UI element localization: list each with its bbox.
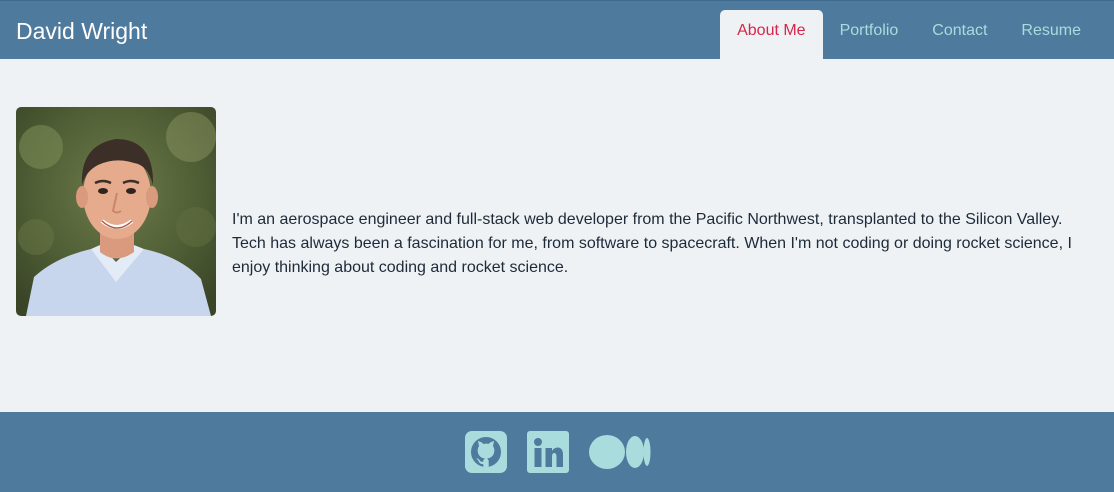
profile-photo: [16, 107, 216, 316]
nav-portfolio[interactable]: Portfolio: [823, 10, 916, 52]
nav-about-me[interactable]: About Me: [720, 10, 823, 60]
bio-text: I'm an aerospace engineer and full-stack…: [232, 211, 1072, 276]
main-nav: About Me Portfolio Contact Resume: [720, 10, 1098, 60]
site-footer: [0, 412, 1114, 492]
site-title[interactable]: David Wright: [16, 16, 147, 46]
linkedin-icon[interactable]: [527, 431, 569, 473]
nav-contact[interactable]: Contact: [915, 10, 1004, 52]
site-header: David Wright About Me Portfolio Contact …: [0, 0, 1114, 60]
social-links: [465, 431, 651, 473]
github-icon[interactable]: [465, 431, 507, 473]
nav-resume[interactable]: Resume: [1004, 10, 1098, 52]
medium-icon[interactable]: [589, 431, 651, 473]
